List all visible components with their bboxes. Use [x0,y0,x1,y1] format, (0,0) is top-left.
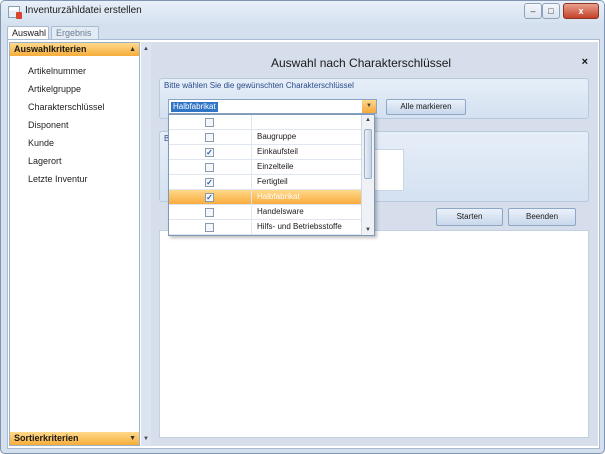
dropdown-row-selected[interactable]: ✓ Halbfabrikat [169,190,362,205]
window-title: Inventurzähldatei erstellen [25,5,142,16]
combobox-value: Halbfabrikat [171,102,218,112]
auswahlkriterien-header[interactable]: Auswahlkriterien ▲ [10,43,139,56]
minimize-button[interactable]: – [524,3,542,19]
row-checkbox[interactable] [205,133,214,142]
scroll-down-icon[interactable]: ▼ [362,225,374,235]
sidebar-item-lagerort[interactable]: Lagerort [28,156,62,166]
row-label: Hilfs- und Betriebsstoffe [257,222,342,231]
dropdown-row[interactable]: Hilfs- und Betriebsstoffe [169,220,362,235]
row-label: Handelsware [257,207,304,216]
sidebar-item-charakterschluessel[interactable]: Charakterschlüssel [28,102,105,112]
row-checkbox[interactable]: ✓ [205,193,214,202]
close-window-button[interactable]: x [563,3,599,19]
select-all-button[interactable]: Alle markieren [386,99,466,115]
end-button[interactable]: Beenden [508,208,576,226]
cell-divider [251,220,252,235]
cell-divider [251,175,252,190]
row-checkbox[interactable]: ✓ [205,178,214,187]
sortierkriterien-label: Sortierkriterien [14,433,79,443]
cell-divider [251,190,252,205]
auswahlkriterien-label: Auswahlkriterien [14,44,87,54]
row-label: Halbfabrikat [257,192,300,201]
dropdown-arrow-icon[interactable]: ▼ [362,100,376,113]
panel-splitter[interactable]: ▲ ▼ [141,42,151,446]
start-button[interactable]: Starten [436,208,503,226]
collapse-down-icon[interactable]: ▼ [142,435,150,443]
criteria-sidebar: Auswahlkriterien ▲ Artikelnummer Artikel… [9,42,140,446]
charakter-dropdown-list[interactable]: Baugruppe ✓ Einkaufsteil Einzelteile ✓ F… [168,114,375,236]
row-checkbox[interactable] [205,208,214,217]
sortierkriterien-header[interactable]: Sortierkriterien ▼ [10,432,139,445]
dialog-title: Auswahl nach Charakterschlüssel [271,56,452,70]
row-label: Baugruppe [257,132,297,141]
maximize-button[interactable]: □ [542,3,560,19]
selection-instruction-label: Bitte wählen Sie die gewünschten Charakt… [164,81,354,90]
chevron-up-icon: ▲ [129,46,136,53]
row-checkbox[interactable] [205,223,214,232]
tab-content: Auswahlkriterien ▲ Artikelnummer Artikel… [7,39,600,449]
sidebar-item-disponent[interactable]: Disponent [28,120,69,130]
scroll-thumb[interactable] [364,129,372,179]
dialog-area: Auswahl nach Charakterschlüssel × Bitte … [151,42,598,446]
dropdown-scrollbar[interactable]: ▲ ▼ [361,115,374,235]
dropdown-row[interactable]: Handelsware [169,205,362,220]
dialog-close-icon[interactable]: × [582,56,588,68]
cell-divider [251,205,252,220]
sidebar-item-letzte-inventur[interactable]: Letzte Inventur [28,174,88,184]
cell-divider [251,130,252,145]
scroll-up-icon[interactable]: ▲ [362,115,374,125]
row-checkbox[interactable] [205,118,214,127]
dropdown-row[interactable] [169,115,362,130]
row-label: Fertigteil [257,177,288,186]
dropdown-row[interactable]: ✓ Einkaufsteil [169,145,362,160]
tab-ergebnis[interactable]: Ergebnis [51,26,99,40]
charakter-combobox[interactable]: Halbfabrikat ▼ [168,99,377,114]
dropdown-row[interactable]: Baugruppe [169,130,362,145]
cell-divider [251,160,252,175]
title-bar: Inventurzähldatei erstellen – □ x [1,1,604,23]
chevron-down-icon: ▼ [129,435,136,442]
row-checkbox[interactable]: ✓ [205,148,214,157]
sidebar-item-artikelgruppe[interactable]: Artikelgruppe [28,84,81,94]
row-checkbox[interactable] [205,163,214,172]
result-panel [159,230,589,438]
sidebar-item-artikelnummer[interactable]: Artikelnummer [28,66,86,76]
tab-auswahl[interactable]: Auswahl [7,26,49,40]
sidebar-item-kunde[interactable]: Kunde [28,138,54,148]
row-label: Einzelteile [257,162,294,171]
cell-divider [251,115,252,130]
collapse-up-icon[interactable]: ▲ [142,45,150,53]
dropdown-row[interactable]: Einzelteile [169,160,362,175]
app-document-icon [8,6,22,19]
cell-divider [251,145,252,160]
row-label: Einkaufsteil [257,147,298,156]
app-window: Inventurzähldatei erstellen – □ x Auswah… [0,0,605,454]
dropdown-row[interactable]: ✓ Fertigteil [169,175,362,190]
charakter-selection-group: Bitte wählen Sie die gewünschten Charakt… [159,78,589,119]
